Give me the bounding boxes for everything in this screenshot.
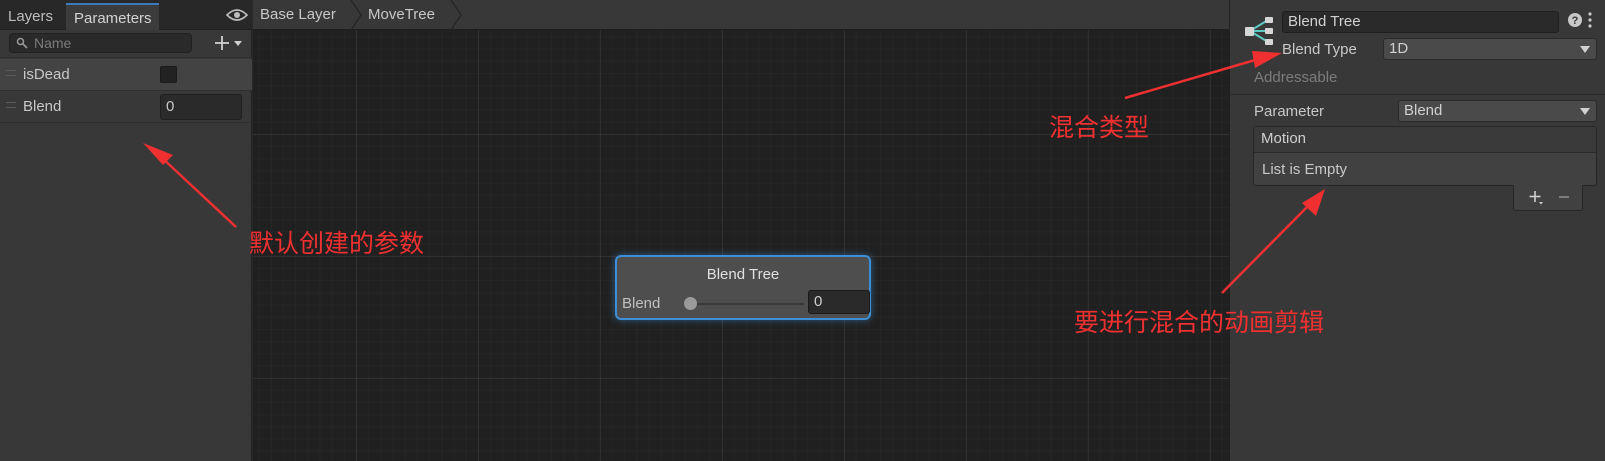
breadcrumb-base-layer[interactable]: Base Layer [260, 0, 336, 30]
parameter-value: Blend [1404, 102, 1443, 119]
inspector-panel: Blend Tree ? Blend Type 1D Addressable P… [1229, 0, 1605, 461]
parameter-row-blend[interactable]: Blend 0 [0, 91, 252, 123]
search-box[interactable] [9, 33, 192, 53]
blend-type-label: Blend Type [1282, 41, 1357, 58]
drag-handle-icon[interactable] [6, 102, 16, 108]
eye-icon[interactable] [226, 8, 248, 22]
drag-handle-icon[interactable] [6, 70, 16, 76]
motion-list: Motion List is Empty [1253, 126, 1597, 186]
add-icon[interactable] [1528, 189, 1544, 205]
breadcrumb-separator-icon [450, 0, 462, 30]
node-parameter-label: Blend [622, 295, 661, 312]
blend-type-dropdown[interactable]: 1D [1383, 38, 1597, 60]
parameter-name: isDead [23, 66, 70, 83]
breadcrumb-separator-icon [350, 0, 362, 30]
help-icon[interactable]: ? [1567, 12, 1583, 28]
name-field[interactable]: Blend Tree [1282, 11, 1559, 33]
panel-tabs: Layers Parameters [0, 0, 252, 30]
remove-icon[interactable] [1556, 189, 1572, 205]
annotation-blend-type: 混合类型 [1049, 113, 1150, 142]
annotation-default-params: 默认创建的参数 [249, 229, 425, 258]
search-icon [16, 37, 28, 49]
tab-parameters[interactable]: Parameters [66, 3, 159, 30]
breadcrumb-movetree[interactable]: MoveTree [368, 0, 435, 30]
node-value-field[interactable]: 0 [808, 290, 870, 314]
addressable-label: Addressable [1254, 69, 1338, 86]
blend-slider-handle[interactable] [684, 297, 697, 310]
breadcrumb: Base Layer MoveTree [253, 0, 1229, 30]
parameter-dropdown[interactable]: Blend [1398, 100, 1597, 122]
tab-layers[interactable]: Layers [0, 3, 65, 30]
parameters-panel: Layers Parameters isDead Blend [0, 0, 252, 461]
motion-list-empty-text: List is Empty [1262, 161, 1348, 178]
parameter-label: Parameter [1254, 103, 1325, 120]
search-input[interactable] [34, 34, 184, 52]
motion-list-footer [1513, 185, 1583, 211]
blend-tree-node[interactable]: Blend Tree Blend 0 [615, 255, 871, 320]
motion-list-header: Motion [1254, 127, 1596, 153]
blend-tree-icon [1245, 17, 1273, 45]
node-title: Blend Tree [706, 266, 780, 283]
parameter-name: Blend [23, 98, 62, 115]
blend-slider-track[interactable] [689, 303, 804, 305]
search-row [0, 30, 252, 58]
isdead-checkbox[interactable] [160, 66, 177, 83]
svg-text:?: ? [1572, 15, 1579, 27]
parameter-row-isdead[interactable]: isDead [0, 59, 252, 91]
add-parameter-button[interactable] [212, 32, 248, 54]
blend-type-value: 1D [1389, 40, 1409, 57]
annotation-motion-clips: 要进行混合的动画剪辑 [1074, 308, 1325, 337]
chevron-down-icon [1580, 108, 1590, 115]
chevron-down-icon [1580, 46, 1590, 53]
divider [1230, 94, 1605, 95]
plus-dropdown-icon [215, 36, 242, 50]
more-options-icon[interactable] [1586, 11, 1594, 29]
blend-value-field[interactable]: 0 [160, 94, 242, 120]
